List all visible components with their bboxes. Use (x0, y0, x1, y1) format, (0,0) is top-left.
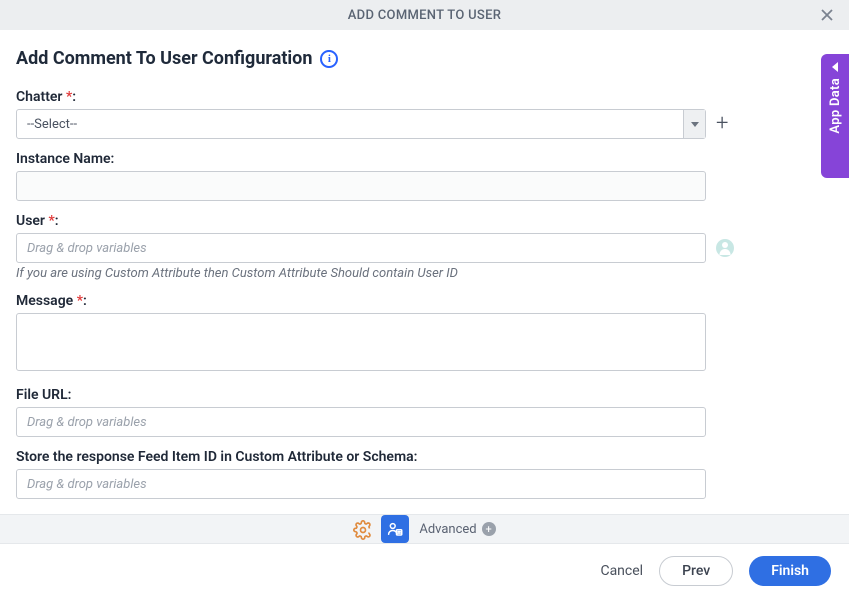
message-textarea[interactable] (16, 313, 706, 371)
plus-circle-icon: + (482, 522, 496, 536)
chatter-label: Chatter *: (16, 89, 833, 105)
modal-title: ADD COMMENT TO USER (348, 8, 501, 23)
info-icon[interactable]: i (320, 50, 338, 68)
user-input[interactable] (16, 233, 706, 263)
file-url-input[interactable] (16, 407, 706, 437)
user-label: User *: (16, 213, 833, 229)
user-icon[interactable] (716, 239, 734, 257)
modal-header: ADD COMMENT TO USER (0, 0, 849, 30)
finish-button[interactable]: Finish (749, 556, 831, 586)
app-data-tab[interactable]: App Data (821, 54, 849, 178)
cancel-button[interactable]: Cancel (600, 563, 643, 579)
close-icon[interactable] (817, 5, 837, 25)
instance-input[interactable] (16, 171, 706, 201)
store-response-input[interactable] (16, 469, 706, 499)
user-hint: If you are using Custom Attribute then C… (16, 266, 833, 281)
chevron-left-icon (832, 62, 838, 72)
file-url-label: File URL: (16, 387, 833, 403)
footer: Cancel Prev Finish (0, 544, 849, 598)
app-data-label: App Data (828, 78, 843, 134)
toolbar: Advanced + (0, 514, 849, 544)
prev-button[interactable]: Prev (659, 556, 733, 586)
message-label: Message *: (16, 293, 833, 309)
config-icon[interactable] (381, 515, 409, 543)
add-chatter-button[interactable]: + (716, 113, 728, 135)
chatter-select-value: --Select-- (17, 110, 683, 138)
gear-icon[interactable] (353, 520, 371, 538)
store-label: Store the response Feed Item ID in Custo… (16, 449, 833, 465)
page-title: Add Comment To User Configuration i (16, 48, 833, 69)
chevron-down-icon[interactable] (683, 110, 705, 138)
chatter-select[interactable]: --Select-- (16, 109, 706, 139)
instance-label: Instance Name: (16, 151, 833, 167)
advanced-toggle[interactable]: Advanced + (419, 522, 495, 537)
